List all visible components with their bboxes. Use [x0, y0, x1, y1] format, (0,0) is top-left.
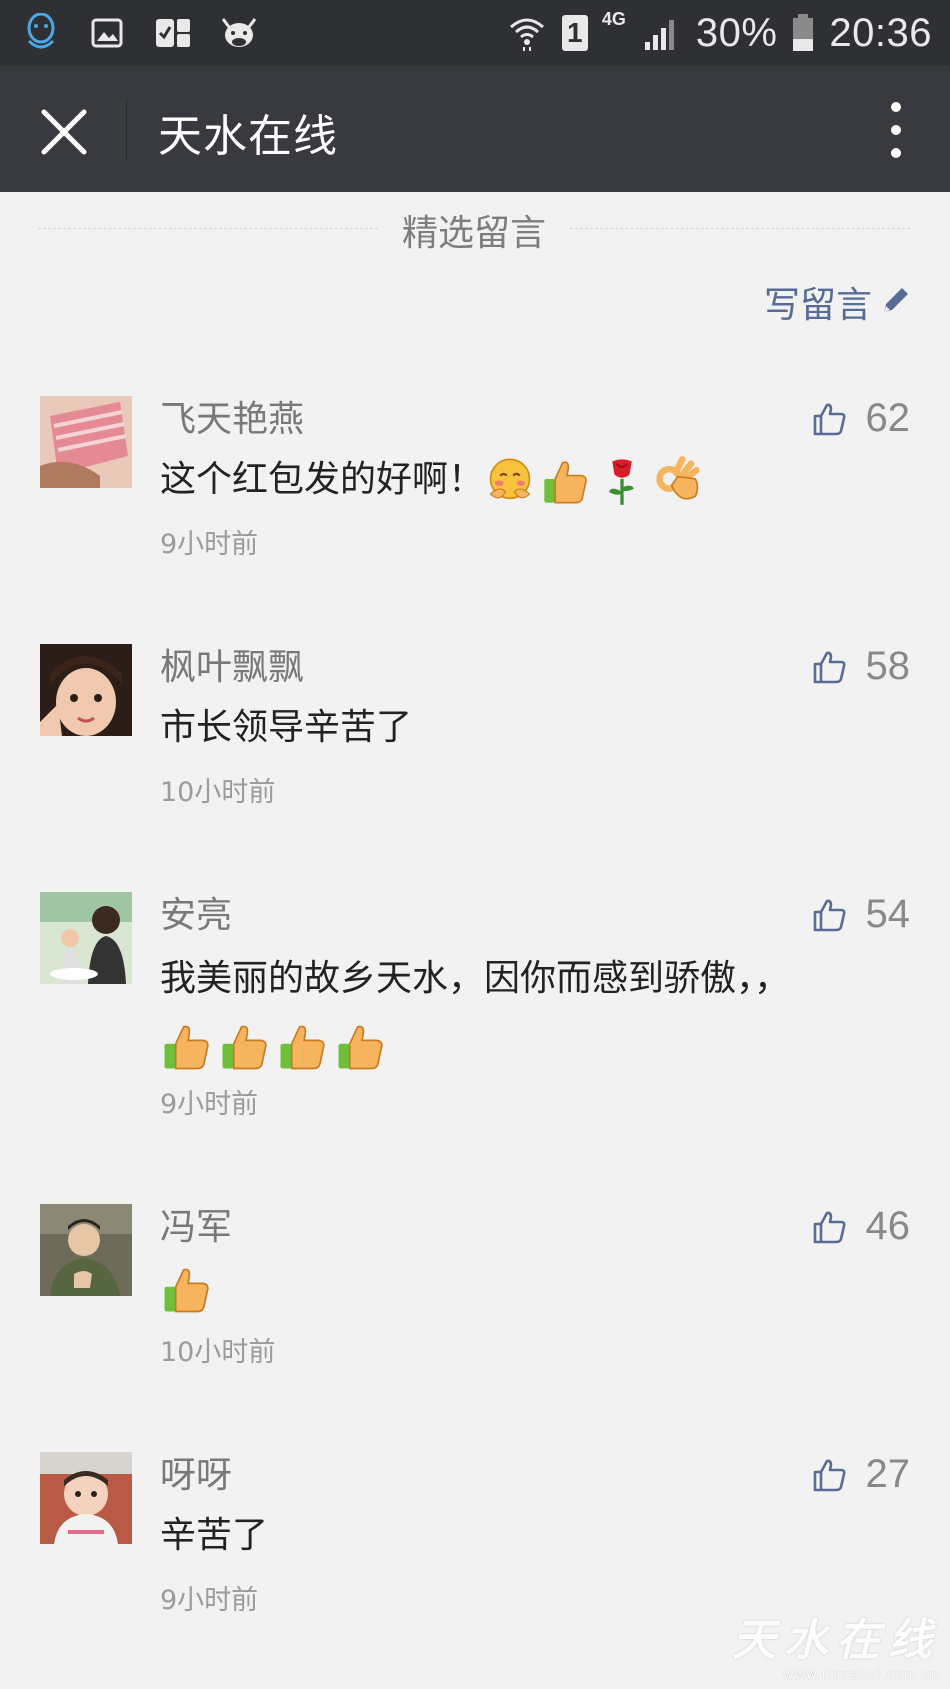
comment-item: 枫叶飘飘 58 市长领导辛苦了 10小时前 — [40, 644, 911, 808]
comment-text-body: 我美丽的故乡天水，因你而感到骄傲，， — [160, 958, 791, 999]
comment-item: 呀呀 27 辛苦了 9小时前 — [40, 1452, 911, 1616]
like-count: 54 — [865, 892, 911, 936]
thumbs-up-emoji-icon — [334, 1019, 388, 1073]
comment-text-body: 这个红包发的好啊！ — [160, 459, 485, 500]
comment-item: 冯军 46 10小时前 — [40, 1204, 911, 1368]
signal-icon — [640, 13, 682, 53]
thumbs-up-emoji-icon — [218, 1019, 272, 1073]
nav-divider — [126, 98, 127, 160]
comment-time: 9小时前 — [160, 1089, 259, 1120]
more-icon[interactable] — [888, 102, 904, 158]
comment-time: 9小时前 — [160, 1585, 259, 1616]
ok-hand-emoji-icon — [652, 455, 704, 507]
thumbs-up-emoji-icon — [276, 1019, 330, 1073]
comment-author: 冯军 — [160, 1207, 233, 1248]
watermark-url: www.tianshui.com.cn — [782, 1668, 940, 1683]
like-button[interactable]: 62 — [812, 396, 911, 441]
image-icon — [86, 13, 128, 53]
comment-author: 安亮 — [160, 895, 233, 936]
comment-time: 9小时前 — [160, 529, 259, 560]
sim-icon: 1 — [561, 15, 588, 51]
hug-emoji-icon — [484, 455, 536, 507]
section-title: 精选留言 — [401, 213, 546, 254]
thumbs-up-emoji-icon — [160, 1262, 214, 1316]
close-icon[interactable] — [36, 104, 92, 160]
comment-author: 枫叶飘飘 — [160, 647, 305, 688]
comment-item: 安亮 54 我美丽的故乡天水，因你而感到骄傲，， 9小时前 — [40, 892, 910, 1122]
comment-author: 飞天艳燕 — [160, 399, 305, 440]
thumbs-up-emoji-icon — [160, 1019, 214, 1073]
status-bar: 1 4G 30% 20:36 — [0, 0, 950, 66]
like-button[interactable]: 27 — [812, 1452, 911, 1497]
like-button[interactable]: 54 — [812, 892, 911, 937]
comment-time: 10小时前 — [160, 1337, 276, 1368]
comment-text: 市长领导辛苦了 — [160, 707, 413, 748]
comment-author: 呀呀 — [160, 1455, 233, 1496]
thumbs-up-emoji-icon — [540, 455, 592, 507]
like-count: 58 — [865, 644, 911, 688]
thumbs-up-icon — [812, 401, 848, 437]
like-button[interactable]: 46 — [812, 1204, 911, 1249]
like-count: 46 — [865, 1204, 911, 1248]
thumbs-up-icon — [812, 1457, 848, 1493]
watermark-text: 天水在线 — [732, 1615, 940, 1666]
write-comment-button[interactable]: 写留言 — [764, 276, 912, 328]
thumbs-up-icon — [812, 1209, 848, 1245]
battery-icon — [791, 13, 815, 53]
network-type: 4G — [601, 8, 626, 29]
like-button[interactable]: 58 — [812, 644, 911, 689]
comment-text — [160, 1258, 900, 1318]
rose-emoji-icon — [596, 455, 648, 507]
avatar[interactable] — [40, 1204, 132, 1296]
comment-text: 这个红包发的好啊！ — [160, 450, 900, 510]
nav-bar: 天水在线 — [0, 66, 950, 192]
comment-time: 10小时前 — [160, 777, 276, 808]
comment-text: 我美丽的故乡天水，因你而感到骄傲，， — [160, 946, 900, 1078]
avatar[interactable] — [40, 892, 132, 984]
pencil-icon — [880, 284, 912, 320]
battery-percent: 30% — [695, 10, 778, 55]
wifi-icon — [506, 13, 548, 53]
avatar[interactable] — [40, 644, 132, 736]
clipboard-icon — [152, 13, 194, 53]
divider-right — [570, 228, 910, 229]
avatar[interactable] — [40, 1452, 132, 1544]
like-count: 27 — [865, 1452, 911, 1496]
qq-icon — [20, 13, 62, 53]
comment-text: 辛苦了 — [160, 1515, 269, 1556]
clock: 20:36 — [829, 10, 932, 55]
page-title: 天水在线 — [158, 111, 338, 162]
section-header: 精选留言 — [38, 204, 910, 254]
comment-item: 飞天艳燕 62 这个红包发的好啊！ 9小时前 — [40, 396, 911, 560]
write-comment-label: 写留言 — [763, 285, 872, 326]
avatar[interactable] — [40, 396, 132, 488]
thumbs-up-icon — [812, 897, 848, 933]
watermark-logo: 天水在线 www.tianshui.com.cn — [732, 1604, 940, 1683]
cow-icon — [218, 13, 260, 53]
like-count: 62 — [865, 396, 911, 440]
thumbs-up-icon — [812, 649, 848, 685]
